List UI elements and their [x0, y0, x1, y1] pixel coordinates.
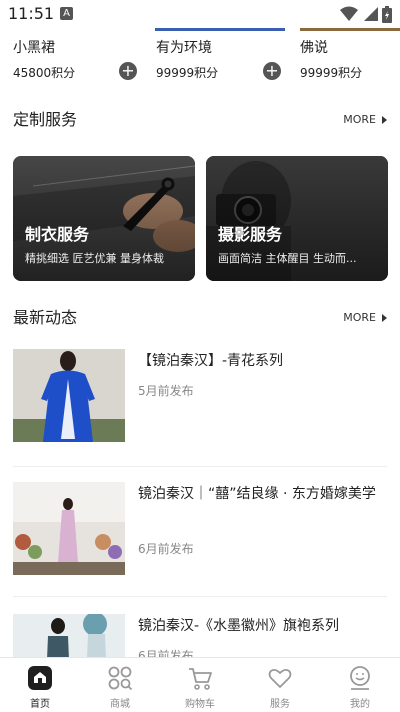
- product-image-edge: [155, 28, 285, 31]
- product-name: 小黑裙: [13, 40, 55, 56]
- tab-label: 服务: [270, 699, 290, 710]
- signal-icon: [364, 7, 378, 21]
- status-time: 11:51: [8, 4, 55, 23]
- tab-home[interactable]: 首页: [0, 658, 80, 712]
- service-title: 制衣服务: [25, 225, 90, 244]
- news-title: 【镜泊秦汉】-青花系列: [138, 353, 284, 369]
- wifi-icon: [340, 6, 358, 21]
- system-icons: [340, 5, 392, 23]
- tab-label: 购物车: [185, 699, 215, 710]
- battery-icon: [382, 5, 392, 23]
- service-title: 摄影服务: [218, 225, 283, 244]
- more-label: MORE: [343, 113, 376, 126]
- news-item[interactable]: 镜泊秦汉｜“囍”结良缘 · 东方婚嫁美学 6月前发布: [13, 482, 387, 577]
- photography-service-card[interactable]: 摄影服务 画面简洁 主体醒目 生动而...: [206, 156, 388, 281]
- home-icon: [28, 666, 52, 690]
- product-points: 99999积分: [300, 66, 363, 80]
- cart-icon: [189, 668, 212, 690]
- tab-cart[interactable]: 购物车: [160, 658, 240, 712]
- tailoring-service-card[interactable]: 制衣服务 精挑细选 匠艺优兼 量身体裁: [13, 156, 195, 281]
- news-thumbnail: [13, 482, 125, 575]
- product-name: 有为环境: [156, 40, 212, 56]
- divider: [13, 596, 387, 597]
- tab-label: 首页: [30, 699, 50, 710]
- custom-services-more-link[interactable]: MORE: [343, 107, 387, 133]
- tab-shop[interactable]: 商城: [80, 658, 160, 712]
- chevron-right-icon: [382, 116, 387, 124]
- news-time: 5月前发布: [138, 384, 194, 398]
- more-label: MORE: [343, 311, 376, 324]
- news-title: 镜泊秦汉-《水墨徽州》旗袍系列: [138, 618, 340, 634]
- bottom-tab-bar: 首页 商城 购物车 服务 我的: [0, 657, 400, 712]
- tab-label: 商城: [110, 699, 130, 710]
- status-bar: 11:51 A: [0, 0, 400, 28]
- profile-icon: [350, 666, 370, 690]
- section-title: 最新动态: [13, 308, 78, 327]
- news-header: 最新动态 MORE: [13, 305, 387, 331]
- custom-services-header: 定制服务 MORE: [13, 107, 387, 133]
- news-item[interactable]: 【镜泊秦汉】-青花系列 5月前发布: [13, 349, 387, 444]
- heart-icon: [268, 668, 292, 688]
- news-time: 6月前发布: [138, 542, 194, 556]
- product-card[interactable]: 佛说 99999积分: [300, 38, 400, 82]
- news-item[interactable]: 镜泊秦汉-《水墨徽州》旗袍系列 6月前发布: [13, 614, 387, 658]
- news-thumbnail: [13, 349, 125, 442]
- product-image-edge: [300, 28, 400, 31]
- news-more-link[interactable]: MORE: [343, 305, 387, 331]
- section-title: 定制服务: [13, 110, 78, 129]
- divider: [13, 466, 387, 467]
- news-thumbnail: [13, 614, 125, 658]
- service-subtitle: 画面简洁 主体醒目 生动而...: [218, 252, 357, 265]
- chevron-right-icon: [382, 314, 387, 322]
- news-title: 镜泊秦汉｜“囍”结良缘 · 东方婚嫁美学: [138, 486, 376, 502]
- service-subtitle: 精挑细选 匠艺优兼 量身体裁: [25, 252, 164, 265]
- product-name: 佛说: [300, 40, 328, 56]
- shop-icon: [108, 666, 133, 691]
- add-button[interactable]: +: [119, 62, 137, 80]
- tab-label: 我的: [350, 699, 370, 710]
- tab-profile[interactable]: 我的: [320, 658, 400, 712]
- tab-service[interactable]: 服务: [240, 658, 320, 712]
- notification-icon: A: [60, 7, 73, 20]
- add-button[interactable]: +: [263, 62, 281, 80]
